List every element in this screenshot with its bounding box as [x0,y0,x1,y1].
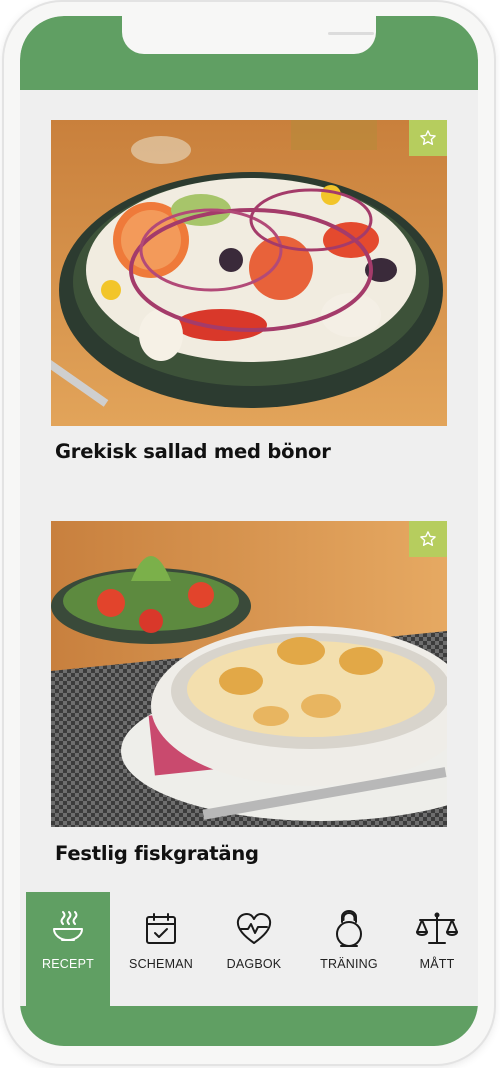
recipe-title[interactable]: Festlig fiskgratäng [55,842,259,865]
top-bar [20,16,478,90]
recipe-image-fish-gratin[interactable] [51,521,447,827]
bowl-icon [48,909,88,949]
favorite-star-button[interactable] [409,120,447,156]
phone-notch [122,16,376,54]
calendar-check-icon [143,909,179,949]
star-outline-icon [419,530,437,548]
kettlebell-icon [333,909,365,949]
nav-item-scheman[interactable]: SCHEMAN [118,892,204,1006]
nav-item-recept[interactable]: RECEPT [26,892,110,1006]
heart-pulse-icon [235,909,273,949]
app-screen: Grekisk sallad med bönor Festlig fiskgra… [20,16,478,1046]
nav-label: MÅTT [419,957,455,971]
nav-item-matt[interactable]: MÅTT [394,892,478,1006]
bottom-navigation: RECEPT SCHEMAN DAGBOK TRÄNING MÅTT [20,892,478,1006]
favorite-star-button[interactable] [409,521,447,557]
nav-item-dagbok[interactable]: DAGBOK [211,892,297,1006]
scale-icon [415,909,459,949]
bottom-bar [20,1006,478,1046]
recipe-image-greek-salad[interactable] [51,120,447,426]
nav-label: TRÄNING [320,957,378,971]
nav-item-traning[interactable]: TRÄNING [306,892,392,1006]
nav-label: SCHEMAN [129,957,193,971]
star-outline-icon [419,129,437,147]
nav-label: RECEPT [42,957,94,971]
speaker-grille [328,32,374,35]
recipe-title[interactable]: Grekisk sallad med bönor [55,440,331,463]
phone-frame: Grekisk sallad med bönor Festlig fiskgra… [4,2,494,1064]
nav-label: DAGBOK [226,957,282,971]
